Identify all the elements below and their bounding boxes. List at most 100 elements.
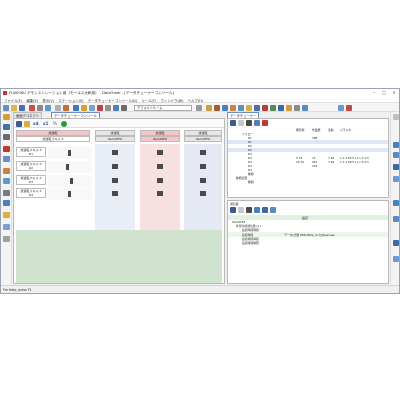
cell-indicator[interactable]: [200, 164, 206, 169]
trash-icon[interactable]: [3, 236, 10, 242]
property-item[interactable]: 接続時間制限: [228, 241, 388, 245]
row-label-4[interactable]: 試運転スキル X R4: [16, 188, 46, 198]
panel-icon[interactable]: [392, 240, 399, 246]
cell-indicator[interactable]: [157, 191, 163, 196]
refresh-icon[interactable]: [238, 104, 244, 111]
device-icon[interactable]: [3, 124, 10, 130]
row-graph-1[interactable]: [48, 147, 92, 159]
panel-icon[interactable]: [392, 142, 399, 148]
new-item-icon[interactable]: [238, 207, 244, 213]
connect-icon[interactable]: [73, 104, 79, 111]
settings-icon[interactable]: [105, 104, 111, 111]
cell-indicator[interactable]: [157, 164, 163, 169]
bookmark-icon[interactable]: [286, 104, 292, 111]
undo-icon[interactable]: [55, 104, 61, 111]
row-graph-3[interactable]: [48, 175, 92, 187]
delete-icon[interactable]: [262, 104, 268, 111]
maximize-button[interactable]: □: [379, 90, 389, 96]
station-icon[interactable]: [3, 114, 10, 120]
panel-icon[interactable]: [392, 200, 399, 206]
property-panel: 通信器 設定 Item05F6 外部付加通信量 [1] 接続時間時間 接続時間 …: [227, 200, 389, 284]
chart-icon[interactable]: [262, 207, 268, 213]
zoom-quarter-button[interactable]: ¼: [53, 121, 57, 126]
copy-icon[interactable]: [37, 104, 43, 111]
column-sub-1: Item05F6: [95, 136, 135, 142]
filter-icon[interactable]: [294, 104, 300, 111]
row-graph-2[interactable]: [48, 161, 92, 173]
tuner-icon[interactable]: [3, 178, 10, 184]
play-icon[interactable]: [61, 120, 67, 127]
tool-icon[interactable]: [63, 104, 69, 111]
panel-icon[interactable]: [392, 216, 399, 222]
panel-icon[interactable]: [392, 152, 399, 158]
edit-icon[interactable]: [246, 120, 252, 126]
print-icon[interactable]: [121, 104, 127, 111]
row-graph-4[interactable]: [48, 188, 92, 200]
close-button[interactable]: ×: [389, 90, 399, 96]
data-tuner-pane: データチューナー 概況値 作業群 変動 パラメタ フォロー R1 388 R1 R…: [227, 112, 389, 284]
grid-icon[interactable]: [254, 207, 260, 213]
combo-arrow-icon[interactable]: [196, 104, 202, 111]
zoom-x4-button[interactable]: x4: [33, 121, 38, 126]
cell-indicator[interactable]: [200, 191, 206, 196]
lock-icon[interactable]: [24, 120, 30, 127]
panel-icon[interactable]: [392, 256, 399, 262]
run-icon[interactable]: [270, 104, 276, 111]
remove-icon[interactable]: [262, 120, 268, 126]
cell-indicator[interactable]: [200, 150, 206, 155]
search-icon[interactable]: [3, 200, 10, 206]
layout-icon[interactable]: [254, 104, 260, 111]
folder-icon[interactable]: [81, 104, 87, 111]
new-item-icon[interactable]: [238, 120, 244, 126]
cell-indicator[interactable]: [112, 164, 118, 169]
home-icon[interactable]: [16, 120, 22, 127]
doc-icon[interactable]: [3, 224, 10, 230]
row-label-1[interactable]: 試運転スキル X R1: [16, 147, 46, 157]
panel-icon[interactable]: [392, 176, 399, 182]
new-icon[interactable]: [3, 104, 9, 111]
zoom-icon[interactable]: [206, 104, 212, 111]
info-icon[interactable]: [278, 104, 284, 111]
help-icon[interactable]: [338, 104, 344, 111]
stop-icon[interactable]: [97, 104, 103, 111]
home-icon[interactable]: [230, 120, 236, 126]
camera-icon[interactable]: [3, 134, 10, 140]
window-icon[interactable]: [302, 104, 308, 111]
cell-indicator[interactable]: [200, 178, 206, 183]
zoom-x1-button[interactable]: x1: [43, 121, 48, 126]
room-combo[interactable]: デフォルトルーム: [134, 104, 192, 111]
row-label-2[interactable]: 試運転スキル X R2: [16, 161, 46, 171]
paste-icon[interactable]: [45, 104, 51, 111]
column-sub-3: Item05F6: [184, 136, 222, 142]
edit-icon[interactable]: [246, 207, 252, 213]
cell-indicator[interactable]: [157, 178, 163, 183]
chart-icon[interactable]: [214, 104, 220, 111]
grid-icon[interactable]: [113, 104, 119, 111]
monitor-icon[interactable]: [89, 104, 95, 111]
wave-icon[interactable]: [3, 190, 10, 196]
record-icon[interactable]: [3, 146, 10, 152]
cell-indicator[interactable]: [157, 150, 163, 155]
open-icon[interactable]: [11, 104, 17, 111]
panel-icon[interactable]: [392, 164, 399, 170]
star-icon[interactable]: [246, 104, 252, 111]
list-icon[interactable]: [270, 207, 276, 213]
home-icon[interactable]: [230, 207, 236, 213]
property-value: データ(計量 PRE)/Ntop_N カ/Newness: [284, 232, 335, 237]
alert-icon[interactable]: [346, 104, 352, 111]
cell-indicator[interactable]: [112, 150, 118, 155]
key-icon[interactable]: [3, 212, 10, 218]
link-icon[interactable]: [3, 168, 10, 174]
table-icon[interactable]: [222, 104, 228, 111]
cut-icon[interactable]: [29, 104, 35, 111]
export-icon[interactable]: [230, 104, 236, 111]
cell-indicator[interactable]: [112, 191, 118, 196]
minimize-button[interactable]: –: [369, 90, 379, 96]
table-row[interactable]: 種類: [228, 180, 388, 184]
cell-indicator[interactable]: [112, 178, 118, 183]
search-icon[interactable]: [254, 120, 260, 126]
save-icon[interactable]: [19, 104, 25, 111]
pin-icon[interactable]: [392, 114, 399, 120]
list-icon[interactable]: [3, 156, 10, 162]
row-label-3[interactable]: 試運転スキル X R3: [16, 175, 46, 185]
